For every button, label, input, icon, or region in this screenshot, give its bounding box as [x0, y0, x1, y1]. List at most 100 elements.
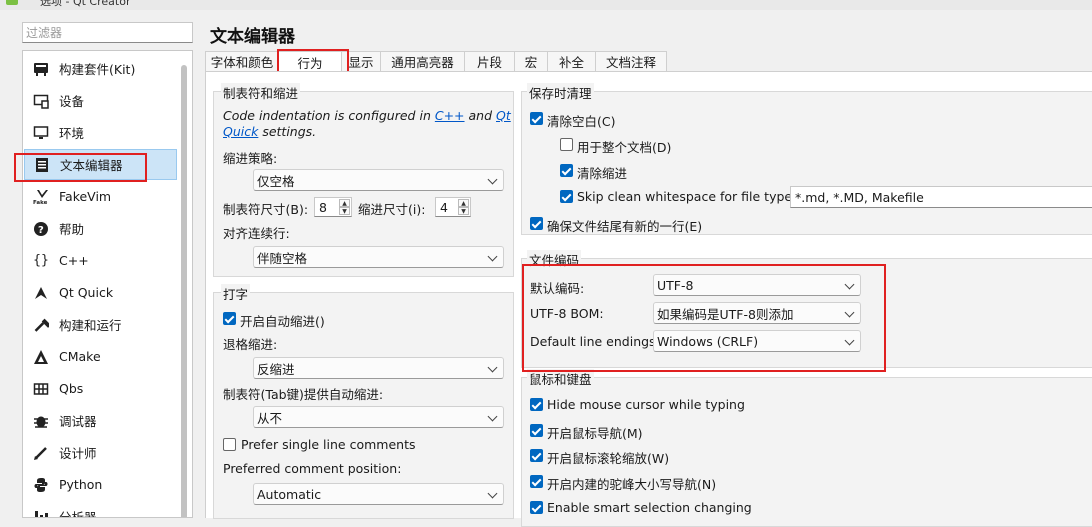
spin-up-icon[interactable]: ▲ — [458, 199, 469, 207]
sidebar-item-help[interactable]: ? 帮助 — [24, 213, 177, 244]
backspace-indent-value: 反缩进 — [257, 361, 295, 377]
camelcase-nav-checkbox[interactable] — [530, 475, 543, 488]
clean-indentation-label: 清除缩进 — [577, 166, 628, 181]
app-icon — [6, 0, 18, 5]
tab-snippets[interactable]: 片段 — [464, 51, 515, 72]
svg-text:Fake: Fake — [33, 200, 48, 205]
python-icon — [32, 476, 50, 494]
entire-document-checkbox[interactable] — [560, 138, 573, 151]
spin-down-icon[interactable]: ▼ — [339, 207, 350, 215]
device-icon — [32, 92, 50, 110]
qbs-icon — [32, 380, 50, 398]
chevron-down-icon — [487, 251, 498, 262]
align-continuation-value: 伴随空格 — [257, 250, 308, 266]
options-sidebar: 构建套件(Kit) 设备 环境 文本编辑器 Fake FakeVim ? 帮助 … — [22, 50, 193, 518]
tab-key-indent-select[interactable]: 从不 — [253, 406, 504, 428]
tab-completion[interactable]: 补全 — [547, 51, 596, 72]
sidebar-item-cmake[interactable]: CMake — [24, 341, 177, 372]
scroll-zoom-checkbox[interactable] — [530, 449, 543, 462]
sidebar-scrollbar[interactable] — [181, 65, 187, 517]
quick-settings-link[interactable]: Quick — [223, 124, 258, 139]
chevron-down-icon — [487, 362, 498, 373]
tab-size-spinbox[interactable]: 8 ▲ ▼ — [314, 197, 352, 217]
sidebar-item-fakevim[interactable]: Fake FakeVim — [24, 181, 177, 212]
backspace-indent-label: 退格缩进: — [223, 337, 278, 352]
backspace-indent-select[interactable]: 反缩进 — [253, 357, 504, 379]
chevron-down-icon — [487, 488, 498, 499]
sidebar-item-qbs[interactable]: Qbs — [24, 373, 177, 404]
indent-note-suffix: settings. — [258, 124, 317, 139]
hide-cursor-checkbox[interactable] — [530, 398, 543, 411]
clean-whitespace-label: 清除空白(C) — [547, 114, 616, 129]
sidebar-item-qtquick[interactable]: Qt Quick — [24, 277, 177, 308]
ensure-newline-label: 确保文件结尾有新的一行(E) — [547, 219, 703, 234]
sidebar-item-label: 设备 — [59, 94, 85, 109]
clean-indentation-checkbox[interactable] — [560, 164, 573, 177]
hide-cursor-label: Hide mouse cursor while typing — [547, 397, 745, 412]
sidebar-item-label: 构建和运行 — [59, 318, 122, 333]
sidebar-item-kit[interactable]: 构建套件(Kit) — [24, 53, 177, 84]
indent-size-spinbox[interactable]: 4 ▲ ▼ — [435, 197, 471, 217]
highlight-box-sidebar — [14, 153, 147, 182]
sidebar-item-label: 调试器 — [59, 414, 97, 429]
prefer-single-line-label: Prefer single line comments — [241, 437, 416, 452]
tab-generic-highlighter[interactable]: 通用高亮器 — [380, 51, 465, 72]
spin-down-icon[interactable]: ▼ — [458, 207, 469, 215]
fakevim-icon: Fake — [32, 188, 50, 206]
sidebar-item-label: Qt Quick — [59, 285, 114, 300]
align-continuation-select[interactable]: 伴随空格 — [253, 246, 504, 268]
comment-position-value: Automatic — [257, 486, 322, 502]
ensure-newline-checkbox[interactable] — [530, 217, 543, 230]
tab-key-indent-value: 从不 — [257, 410, 283, 426]
indent-size-label: 缩进尺寸(i): — [358, 202, 426, 217]
clean-whitespace-checkbox[interactable] — [530, 112, 543, 125]
sidebar-item-debugger[interactable]: 调试器 — [24, 405, 177, 436]
sidebar-item-analyzer[interactable]: 分析器 — [24, 501, 177, 517]
tab-size-label: 制表符尺寸(B): — [223, 202, 309, 217]
filter-box[interactable] — [22, 22, 193, 43]
sidebar-item-designer[interactable]: 设计师 — [24, 437, 177, 468]
highlight-box-encoding — [522, 264, 886, 372]
filter-input[interactable] — [23, 23, 192, 42]
spin-up-icon[interactable]: ▲ — [339, 199, 350, 207]
kit-icon — [32, 60, 50, 78]
entire-document-label: 用于整个文档(D) — [577, 140, 672, 155]
skip-file-types-value: *.md, *.MD, Makefile — [795, 189, 924, 205]
prefer-single-line-checkbox[interactable] — [223, 438, 236, 451]
indent-policy-value: 仅空格 — [257, 173, 295, 189]
skip-clean-label: Skip clean whitespace for file types: — [577, 189, 803, 204]
indent-note: Code indentation is configured in C++ an… — [223, 108, 511, 140]
qt-settings-link[interactable]: Qt — [496, 108, 511, 123]
sidebar-item-devices[interactable]: 设备 — [24, 85, 177, 116]
help-icon: ? — [32, 220, 50, 238]
sidebar-item-build-run[interactable]: 构建和运行 — [24, 309, 177, 340]
tab-fonts-colors[interactable]: 字体和颜色 — [205, 51, 279, 72]
comment-position-select[interactable]: Automatic — [253, 483, 504, 505]
braces-icon: {} — [33, 253, 49, 268]
save-cleanup-title: 保存时清理 — [527, 83, 594, 102]
indent-policy-select[interactable]: 仅空格 — [253, 169, 504, 191]
bug-icon — [32, 412, 50, 430]
skip-clean-checkbox[interactable] — [560, 190, 573, 203]
monitor-icon — [32, 124, 50, 142]
sidebar-item-label: 构建套件(Kit) — [59, 62, 136, 77]
sidebar-item-cpp[interactable]: {} C++ — [24, 245, 177, 276]
tab-macros[interactable]: 宏 — [514, 51, 548, 72]
tab-doc-comments[interactable]: 文档注释 — [595, 51, 667, 72]
sidebar-item-label: CMake — [59, 349, 101, 364]
analyzer-icon — [32, 508, 50, 517]
indent-note-prefix: Code indentation is configured in — [223, 108, 435, 123]
sidebar-item-python[interactable]: Python — [24, 469, 177, 500]
auto-indent-label: 开启自动缩进() — [240, 314, 325, 329]
cpp-settings-link[interactable]: C++ — [435, 108, 465, 123]
indent-size-value: 4 — [440, 199, 448, 215]
auto-indent-checkbox[interactable] — [223, 312, 236, 325]
sidebar-item-environment[interactable]: 环境 — [24, 117, 177, 148]
smart-selection-checkbox[interactable] — [530, 501, 543, 514]
mouse-navigation-label: 开启鼠标导航(M) — [547, 426, 643, 441]
scroll-zoom-label: 开启鼠标滚轮缩放(W) — [547, 451, 670, 466]
align-continuation-label: 对齐连续行: — [223, 226, 290, 241]
mouse-navigation-checkbox[interactable] — [530, 424, 543, 437]
skip-file-types-input[interactable]: *.md, *.MD, Makefile — [790, 186, 1092, 208]
window-title: 选项 - Qt Creator — [40, 0, 131, 8]
